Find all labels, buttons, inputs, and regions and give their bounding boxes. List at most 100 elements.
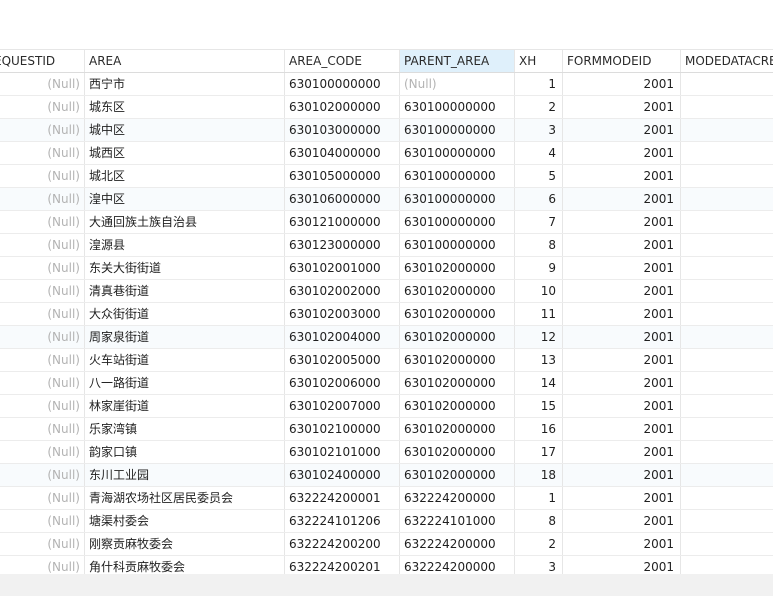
cell-modedatacreate[interactable] <box>681 372 773 394</box>
cell-requestid[interactable]: (Null) <box>0 326 85 348</box>
cell-formmodeid[interactable]: 2001 <box>563 96 681 118</box>
cell-requestid[interactable]: (Null) <box>0 211 85 233</box>
cell-xh[interactable]: 17 <box>515 441 563 463</box>
cell-area[interactable]: 八一路街道 <box>85 372 285 394</box>
cell-xh[interactable]: 12 <box>515 326 563 348</box>
column-header-area[interactable]: AREA <box>85 50 285 72</box>
cell-parent-area[interactable]: 630102000000 <box>400 372 515 394</box>
table-row[interactable]: (Null) 西宁市 630100000000 (Null) 1 2001 <box>0 73 773 96</box>
cell-area-code[interactable]: 630102005000 <box>285 349 400 371</box>
cell-formmodeid[interactable]: 2001 <box>563 326 681 348</box>
cell-formmodeid[interactable]: 2001 <box>563 372 681 394</box>
cell-modedatacreate[interactable] <box>681 211 773 233</box>
cell-xh[interactable]: 2 <box>515 96 563 118</box>
cell-parent-area[interactable]: 630102000000 <box>400 441 515 463</box>
table-row[interactable]: (Null) 东川工业园 630102400000 630102000000 18 200… <box>0 464 773 487</box>
cell-formmodeid[interactable]: 2001 <box>563 280 681 302</box>
table-row[interactable]: (Null) 湟中区 630106000000 630100000000 6 2001 <box>0 188 773 211</box>
cell-requestid[interactable]: (Null) <box>0 73 85 95</box>
cell-requestid[interactable]: (Null) <box>0 441 85 463</box>
cell-area[interactable]: 韵家口镇 <box>85 441 285 463</box>
cell-area-code[interactable]: 630103000000 <box>285 119 400 141</box>
cell-parent-area[interactable]: 630100000000 <box>400 142 515 164</box>
table-row[interactable]: (Null) 乐家湾镇 630102100000 630102000000 16 2001 <box>0 418 773 441</box>
cell-requestid[interactable]: (Null) <box>0 188 85 210</box>
cell-parent-area[interactable]: 630100000000 <box>400 96 515 118</box>
cell-parent-area[interactable]: 632224200000 <box>400 533 515 555</box>
cell-modedatacreate[interactable] <box>681 165 773 187</box>
cell-area[interactable]: 周家泉街道 <box>85 326 285 348</box>
cell-requestid[interactable]: (Null) <box>0 487 85 509</box>
cell-requestid[interactable]: (Null) <box>0 372 85 394</box>
cell-formmodeid[interactable]: 2001 <box>563 441 681 463</box>
cell-formmodeid[interactable]: 2001 <box>563 165 681 187</box>
cell-area-code[interactable]: 630123000000 <box>285 234 400 256</box>
table-row[interactable]: (Null) 周家泉街道 630102004000 630102000000 12 200… <box>0 326 773 349</box>
table-row[interactable]: (Null) 清真巷街道 630102002000 630102000000 10 200… <box>0 280 773 303</box>
cell-area[interactable]: 火车站街道 <box>85 349 285 371</box>
cell-formmodeid[interactable]: 2001 <box>563 418 681 440</box>
cell-modedatacreate[interactable] <box>681 533 773 555</box>
cell-xh[interactable]: 15 <box>515 395 563 417</box>
cell-area-code[interactable]: 632224101206 <box>285 510 400 532</box>
column-header-parent-area[interactable]: PARENT_AREA <box>400 50 515 72</box>
table-row[interactable]: (Null) 城东区 630102000000 630100000000 2 2001 <box>0 96 773 119</box>
cell-formmodeid[interactable]: 2001 <box>563 487 681 509</box>
cell-requestid[interactable]: (Null) <box>0 234 85 256</box>
cell-area-code[interactable]: 630105000000 <box>285 165 400 187</box>
cell-area[interactable]: 西宁市 <box>85 73 285 95</box>
cell-area-code[interactable]: 630106000000 <box>285 188 400 210</box>
cell-parent-area[interactable]: 632224101000 <box>400 510 515 532</box>
cell-formmodeid[interactable]: 2001 <box>563 142 681 164</box>
cell-requestid[interactable]: (Null) <box>0 303 85 325</box>
cell-area[interactable]: 城西区 <box>85 142 285 164</box>
cell-area-code[interactable]: 632224200200 <box>285 533 400 555</box>
cell-requestid[interactable]: (Null) <box>0 464 85 486</box>
table-row[interactable]: (Null) 大通回族土族自治县 630121000000 630100000000 7… <box>0 211 773 234</box>
cell-parent-area[interactable]: 630100000000 <box>400 234 515 256</box>
cell-xh[interactable]: 5 <box>515 165 563 187</box>
cell-area-code[interactable]: 630102100000 <box>285 418 400 440</box>
cell-requestid[interactable]: (Null) <box>0 510 85 532</box>
cell-area-code[interactable]: 630100000000 <box>285 73 400 95</box>
cell-area[interactable]: 湟中区 <box>85 188 285 210</box>
cell-area-code[interactable]: 630102101000 <box>285 441 400 463</box>
cell-modedatacreate[interactable] <box>681 487 773 509</box>
cell-area[interactable]: 大通回族土族自治县 <box>85 211 285 233</box>
cell-area-code[interactable]: 630102400000 <box>285 464 400 486</box>
cell-modedatacreate[interactable] <box>681 96 773 118</box>
cell-formmodeid[interactable]: 2001 <box>563 533 681 555</box>
cell-xh[interactable]: 8 <box>515 234 563 256</box>
cell-modedatacreate[interactable] <box>681 119 773 141</box>
cell-parent-area[interactable]: 630102000000 <box>400 326 515 348</box>
cell-modedatacreate[interactable] <box>681 257 773 279</box>
cell-area[interactable]: 城东区 <box>85 96 285 118</box>
cell-parent-area[interactable]: 630102000000 <box>400 280 515 302</box>
cell-parent-area[interactable]: 630102000000 <box>400 395 515 417</box>
cell-parent-area[interactable]: 630102000000 <box>400 418 515 440</box>
cell-formmodeid[interactable]: 2001 <box>563 73 681 95</box>
column-header-requestid[interactable]: EQUESTID <box>0 50 85 72</box>
table-row[interactable]: (Null) 韵家口镇 630102101000 630102000000 17 2001 <box>0 441 773 464</box>
cell-modedatacreate[interactable] <box>681 280 773 302</box>
cell-formmodeid[interactable]: 2001 <box>563 349 681 371</box>
cell-xh[interactable]: 1 <box>515 73 563 95</box>
cell-requestid[interactable]: (Null) <box>0 142 85 164</box>
table-row[interactable]: (Null) 城中区 630103000000 630100000000 3 2001 <box>0 119 773 142</box>
cell-modedatacreate[interactable] <box>681 234 773 256</box>
cell-requestid[interactable]: (Null) <box>0 119 85 141</box>
cell-area-code[interactable]: 630102004000 <box>285 326 400 348</box>
cell-formmodeid[interactable]: 2001 <box>563 464 681 486</box>
cell-parent-area[interactable]: 630100000000 <box>400 211 515 233</box>
cell-xh[interactable]: 3 <box>515 119 563 141</box>
cell-parent-area[interactable]: 630102000000 <box>400 464 515 486</box>
cell-requestid[interactable]: (Null) <box>0 165 85 187</box>
cell-formmodeid[interactable]: 2001 <box>563 211 681 233</box>
cell-formmodeid[interactable]: 2001 <box>563 119 681 141</box>
cell-modedatacreate[interactable] <box>681 464 773 486</box>
cell-area[interactable]: 刚察贡麻牧委会 <box>85 533 285 555</box>
cell-formmodeid[interactable]: 2001 <box>563 257 681 279</box>
cell-area[interactable]: 大众街街道 <box>85 303 285 325</box>
cell-area[interactable]: 城北区 <box>85 165 285 187</box>
cell-xh[interactable]: 14 <box>515 372 563 394</box>
